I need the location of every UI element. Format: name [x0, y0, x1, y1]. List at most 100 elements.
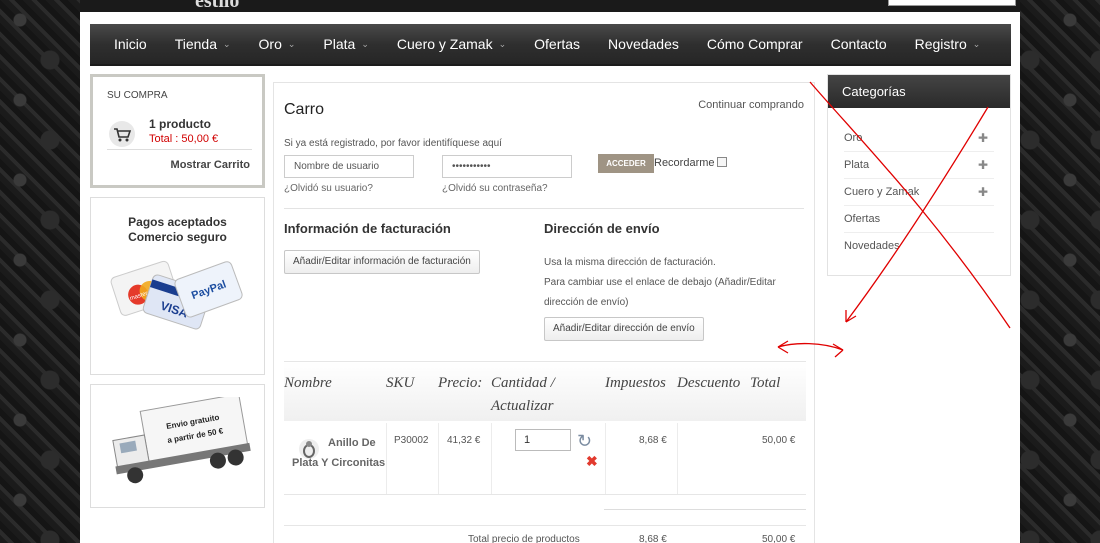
col-sku: SKU: [386, 375, 415, 391]
divider: [677, 423, 678, 494]
categories-panel: Categorías Oro ✚ Plata ✚ Cuero y Zamak ✚…: [827, 74, 1011, 276]
categories-title: Categorías: [828, 75, 1010, 108]
refresh-icon[interactable]: ↻: [577, 431, 592, 452]
delete-icon[interactable]: ✖: [586, 453, 598, 470]
nav-ofertas[interactable]: Ofertas: [520, 36, 594, 52]
forgot-username-link[interactable]: ¿Olvidó su usuario?: [284, 183, 373, 194]
table-row: [284, 495, 806, 526]
continue-shopping-link[interactable]: Continuar comprando: [698, 99, 804, 111]
nav-label: Ofertas: [534, 36, 581, 52]
product-sku: P30002: [394, 435, 429, 446]
credit-cards-image: mastercard VISA PayPal: [110, 260, 243, 330]
nav-contacto[interactable]: Contacto: [817, 36, 901, 52]
payments-title-line2: Comercio seguro: [128, 230, 227, 244]
plus-icon[interactable]: ✚: [978, 179, 988, 206]
product-tax: 8,68 €: [639, 435, 667, 446]
free-shipping-banner: Envio gratuito a partir de 50 €: [90, 384, 265, 508]
cart-widget: SU COMPRA 1 producto Total : 50,00 € Mos…: [90, 74, 265, 188]
chevron-down-icon: ⌄: [498, 38, 507, 49]
nav-label: Tienda: [174, 36, 217, 52]
nav-label: Cuero y Zamak: [396, 36, 493, 52]
billing-title: Información de facturación: [284, 221, 451, 236]
remember-label: Recordarme: [654, 157, 715, 169]
header-strip: estilo: [80, 0, 1020, 12]
shopping-cart-icon: [109, 121, 135, 147]
category-label: Cuero y Zamak: [844, 186, 920, 198]
payments-title-line1: Pagos aceptados: [128, 215, 227, 229]
category-label: Ofertas: [844, 213, 881, 225]
logo[interactable]: estilo: [195, 0, 239, 12]
product-total: 50,00 €: [762, 435, 796, 446]
nav-label: Novedades: [608, 36, 679, 52]
col-price: Precio:: [438, 375, 483, 391]
category-item-cuero-zamak[interactable]: Cuero y Zamak ✚: [844, 179, 994, 206]
totals-tax: 8,68 €: [639, 534, 667, 543]
nav-label: Plata: [323, 36, 356, 52]
nav-tienda[interactable]: Tienda ⌄: [161, 36, 245, 52]
category-item-ofertas[interactable]: Ofertas: [844, 206, 994, 233]
category-label: Oro: [844, 132, 863, 144]
category-label: Plata: [844, 159, 870, 171]
totals-label: Total precio de productos: [468, 534, 580, 543]
divider: [284, 208, 804, 209]
delivery-truck-image: Envio gratuito a partir de 50 €: [112, 397, 251, 484]
shipping-title: Dirección de envío: [544, 221, 660, 236]
username-field[interactable]: Nombre de usuario: [284, 155, 414, 178]
nav-oro[interactable]: Oro ⌄: [245, 36, 310, 52]
nav-novedades[interactable]: Novedades: [594, 36, 693, 52]
cart-widget-title: SU COMPRA: [107, 90, 168, 101]
plus-icon[interactable]: ✚: [978, 125, 988, 152]
search-input[interactable]: [888, 0, 1016, 6]
password-field[interactable]: •••••••••••: [442, 155, 572, 178]
shipping-info-line2: Para cambiar use el enlace de debajo (Añ…: [544, 277, 776, 308]
chevron-down-icon: ⌄: [287, 38, 296, 49]
nav-plata[interactable]: Plata ⌄: [309, 36, 382, 52]
edit-shipping-button[interactable]: Añadir/Editar dirección de envío: [544, 317, 704, 341]
cart-item-count: 1 producto: [149, 117, 211, 131]
category-item-novedades[interactable]: Novedades: [844, 233, 994, 260]
page-container: estilo Inicio Tienda ⌄ Oro ⌄ Plata ⌄ Cuero …: [80, 0, 1020, 543]
nav-inicio[interactable]: Inicio: [100, 36, 161, 52]
nav-registro[interactable]: Registro ⌄: [901, 36, 995, 52]
product-name-link[interactable]: Anillo De Plata Y Circonitas: [292, 433, 387, 473]
col-discount: Descuento: [677, 375, 741, 391]
main-nav: Inicio Tienda ⌄ Oro ⌄ Plata ⌄ Cuero y Zamak…: [90, 24, 1011, 66]
cart-total: Total : 50,00 €: [149, 133, 219, 145]
nav-cuero-zamak[interactable]: Cuero y Zamak ⌄: [383, 36, 520, 52]
divider: [491, 423, 492, 494]
table-row: Anillo De Plata Y Circonitas P30002 41,3…: [284, 423, 806, 495]
cart-panel: Carro Continuar comprando Si ya está reg…: [273, 82, 815, 543]
login-hint: Si ya está registrado, por favor identif…: [284, 138, 502, 149]
edit-billing-button[interactable]: Añadir/Editar información de facturación: [284, 250, 480, 274]
divider: [605, 423, 606, 494]
remember-checkbox[interactable]: [717, 157, 727, 167]
col-tax: Impuestos: [605, 375, 666, 391]
plus-icon[interactable]: ✚: [978, 152, 988, 179]
shipping-info-line1: Usa la misma dirección de facturación.: [544, 257, 716, 268]
show-cart-link[interactable]: Mostrar Carrito: [171, 159, 250, 171]
payments-title: Pagos aceptados Comercio seguro: [91, 215, 264, 245]
totals-row: Total precio de productos 8,68 € 50,00 €: [284, 526, 806, 543]
chevron-down-icon: ⌄: [361, 38, 369, 49]
forgot-password-link[interactable]: ¿Olvidó su contraseña?: [442, 183, 548, 194]
divider: [107, 149, 252, 150]
nav-label: Registro: [914, 36, 967, 52]
col-name: Nombre: [284, 375, 332, 391]
nav-label: Cómo Comprar: [706, 36, 803, 52]
page-title: Carro: [284, 101, 325, 118]
col-total: Total: [750, 375, 781, 391]
product-price: 41,32 €: [447, 435, 481, 446]
login-button[interactable]: ACCEDER: [598, 154, 654, 173]
category-label: Novedades: [844, 240, 900, 252]
nav-como-comprar[interactable]: Cómo Comprar: [693, 36, 817, 52]
shipping-info: Usa la misma dirección de facturación. P…: [544, 253, 809, 313]
payments-banner: Pagos aceptados Comercio seguro masterca…: [90, 197, 265, 375]
category-item-plata[interactable]: Plata ✚: [844, 152, 994, 179]
category-item-oro[interactable]: Oro ✚: [844, 125, 994, 152]
chevron-down-icon: ⌄: [972, 38, 981, 49]
nav-label: Oro: [258, 36, 282, 52]
divider: [604, 509, 806, 510]
categories-list: Oro ✚ Plata ✚ Cuero y Zamak ✚ Ofertas No…: [844, 125, 994, 260]
quantity-input[interactable]: 1: [515, 429, 571, 451]
chevron-down-icon: ⌄: [222, 38, 231, 49]
